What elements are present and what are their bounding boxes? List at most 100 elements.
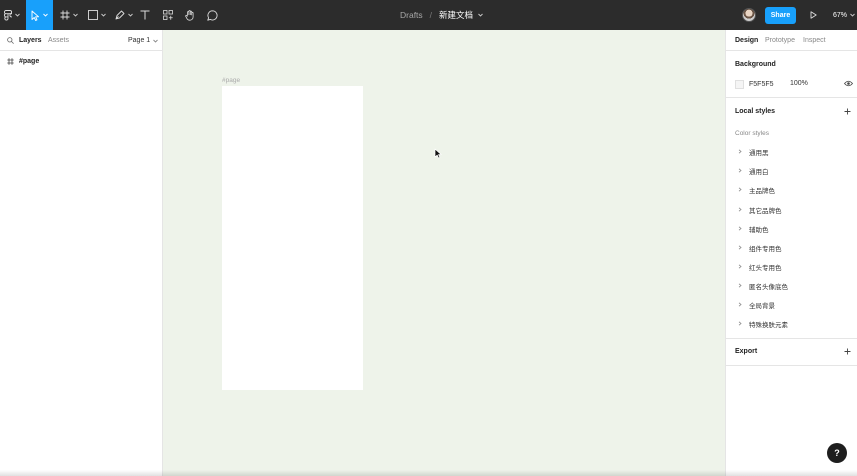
caret-right-icon [738,264,742,269]
background-hex-input[interactable]: F5F5F5 [749,81,774,88]
color-style-name: 匿名头像底色 [749,282,788,291]
color-style-item[interactable]: 全局背景 [735,299,850,310]
color-styles-label: Color styles [735,130,769,137]
frame-icon [7,57,14,65]
caret-right-icon [738,245,742,250]
chevron-down-icon [15,13,20,17]
caret-right-icon [738,168,742,173]
hand-icon [185,9,194,21]
page-selector-label: Page 1 [128,37,151,44]
color-style-name: 组件专用色 [749,244,782,253]
zoom-level: 67% [833,11,848,19]
divider [726,338,857,339]
chevron-down-icon [850,13,855,17]
color-style-item[interactable]: 辅助色 [735,223,850,234]
frame-label[interactable]: #page [222,77,240,84]
bottom-shadow [0,470,857,476]
search-icon[interactable] [7,37,14,44]
right-panel: Design Prototype Inspect Background F5F5… [725,30,857,476]
left-panel-tabs: Layers Assets Page 1 [0,30,163,51]
caret-right-icon [738,283,742,288]
canvas[interactable]: #page [164,30,725,476]
rectangle-icon [88,10,98,20]
tab-inspect[interactable]: Inspect [803,37,826,44]
caret-right-icon [738,226,742,231]
caret-right-icon [738,321,742,326]
color-style-item[interactable]: 组件专用色 [735,242,850,253]
chevron-down-icon [153,39,159,43]
add-style-icon[interactable] [844,108,851,115]
color-style-item[interactable]: 其它品牌色 [735,204,850,215]
background-swatch[interactable] [735,79,744,89]
color-style-item[interactable]: 特殊换肤元素 [735,318,850,329]
caret-right-icon [738,207,742,212]
hand-tool[interactable] [182,0,198,30]
local-styles-title: Local styles [735,108,776,115]
move-tool[interactable] [26,0,53,30]
chevron-down-icon[interactable] [478,13,483,17]
color-style-name: 特殊换肤元素 [749,320,788,329]
document-title[interactable]: 新建文档 [439,9,473,21]
share-button[interactable]: Share [765,7,796,24]
layer-name: #page [19,57,40,65]
color-style-name: 通用黑 [749,148,769,157]
chevron-down-icon [73,13,78,17]
background-opacity-input[interactable]: 100% [790,80,808,87]
background-row: F5F5F5 100% [735,79,853,89]
divider [726,365,857,366]
text-tool[interactable] [137,0,153,30]
pen-tool[interactable] [112,0,136,30]
frame-tool[interactable] [56,0,82,30]
components-icon [163,10,173,20]
comment-tool[interactable] [204,0,220,30]
left-panel: Layers Assets Page 1 #page [0,30,163,476]
text-icon [140,10,150,20]
caret-right-icon [738,149,742,154]
help-button[interactable]: ? [827,443,847,463]
tab-prototype[interactable]: Prototype [765,37,795,44]
breadcrumb: Drafts / 新建文档 [400,0,483,30]
color-style-name: 红头专用色 [749,263,782,272]
present-button[interactable] [805,7,821,23]
zoom-dropdown[interactable]: 67% [833,0,855,30]
toolbar: Drafts / 新建文档 Share 67% [0,0,857,30]
tab-design[interactable]: Design [735,37,758,44]
color-style-item[interactable]: 红头专用色 [735,261,850,272]
chevron-down-icon [101,13,106,17]
color-style-name: 主品牌色 [749,186,775,195]
breadcrumb-separator: / [429,10,433,20]
tab-layers[interactable]: Layers [19,37,42,44]
color-style-item[interactable]: 通用白 [735,165,850,176]
breadcrumb-drafts-link[interactable]: Drafts [400,10,423,20]
add-export-icon[interactable] [844,348,851,355]
page-frame[interactable] [222,86,363,390]
layer-row[interactable]: #page [0,55,163,67]
main-menu-button[interactable] [0,0,24,30]
play-icon [810,11,817,19]
page-selector[interactable]: Page 1 [128,37,159,44]
color-style-item[interactable]: 通用黑 [735,146,850,157]
pen-icon [115,10,125,20]
color-style-name: 通用白 [749,167,769,176]
caret-right-icon [738,187,742,192]
cursor-arrow-icon [31,10,40,21]
resources-tool[interactable] [160,0,176,30]
color-style-item[interactable]: 匿名头像底色 [735,280,850,291]
mouse-cursor-icon [434,148,442,159]
user-avatar[interactable] [742,8,756,22]
right-panel-tabs: Design Prototype Inspect [726,30,857,51]
color-style-name: 辅助色 [749,225,769,234]
caret-right-icon [738,302,742,307]
comment-icon [206,9,217,21]
color-style-name: 全局背景 [749,301,775,310]
shape-tool[interactable] [84,0,110,30]
background-section-title: Background [735,61,776,68]
color-style-item[interactable]: 主品牌色 [735,184,850,195]
chevron-down-icon [128,13,133,17]
color-style-name: 其它品牌色 [749,206,782,215]
eye-icon[interactable] [844,80,853,87]
figma-logo-icon [4,9,12,20]
tab-assets[interactable]: Assets [48,37,69,44]
chevron-down-icon [43,13,48,17]
export-section-title: Export [735,348,758,355]
